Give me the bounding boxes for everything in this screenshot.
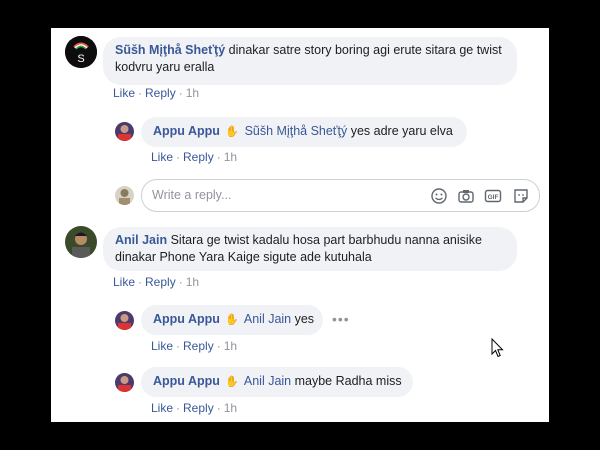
reply-text: yes adre yaru elva	[350, 124, 453, 138]
comment-actions: Like · Reply · 1h	[113, 86, 200, 100]
emoji-icon[interactable]	[430, 187, 448, 205]
reply-author[interactable]: Appu Appu	[153, 124, 220, 138]
avatar-image	[115, 373, 134, 392]
camera-icon[interactable]	[457, 187, 475, 205]
reply-actions: Like · Reply · 1h	[151, 339, 238, 353]
svg-text:GIF: GIF	[488, 194, 499, 201]
avatar[interactable]	[65, 226, 97, 258]
avatar-image	[115, 311, 134, 330]
reply-avatar[interactable]	[115, 122, 134, 141]
wave-icon: ✋	[225, 376, 240, 388]
comment-author[interactable]: Sũšh Mįţhå Sheťţý	[115, 43, 225, 57]
reply-bubble: Appu Appu ✋ Anil Jain maybe Radha miss	[141, 367, 413, 397]
wave-icon: ✋	[225, 126, 240, 138]
reply-input[interactable]: Write a reply... GIF	[141, 179, 540, 212]
reply-avatar[interactable]	[115, 311, 134, 330]
reply-bubble: Appu Appu ✋ Sũšh Mįţhå Sheťţý yes adre y…	[141, 117, 467, 147]
reply-link[interactable]: Reply	[183, 339, 214, 353]
reply-input-placeholder: Write a reply...	[152, 188, 232, 202]
like-link[interactable]: Like	[151, 401, 173, 415]
comment-text: Sitara ge twist kadalu hosa part barbhud…	[115, 233, 482, 264]
timestamp[interactable]: 1h	[186, 275, 199, 289]
reply-link[interactable]: Reply	[145, 275, 176, 289]
comment-bubble: Anil Jain Sitara ge twist kadalu hosa pa…	[103, 227, 517, 271]
avatar-image	[115, 122, 134, 141]
timestamp[interactable]: 1h	[224, 339, 237, 353]
svg-text:S: S	[77, 53, 84, 65]
like-link[interactable]: Like	[151, 339, 173, 353]
wave-icon: ✋	[225, 314, 240, 326]
timestamp[interactable]: 1h	[224, 401, 237, 415]
more-options-icon[interactable]: •••	[332, 311, 350, 327]
comment-author[interactable]: Anil Jain	[115, 233, 167, 247]
mention-link[interactable]: Anil Jain	[244, 374, 291, 388]
reply-avatar[interactable]	[115, 373, 134, 392]
avatar[interactable]: S	[65, 36, 97, 68]
reply-link[interactable]: Reply	[183, 150, 214, 164]
comment-thread-panel: S Sũšh Mįţhå Sheťţý dinakar satre story …	[51, 28, 549, 422]
reply-author[interactable]: Appu Appu	[153, 374, 220, 388]
like-link[interactable]: Like	[113, 86, 135, 100]
comment-bubble: Sũšh Mįţhå Sheťţý dinakar satre story bo…	[103, 37, 517, 85]
reply-link[interactable]: Reply	[183, 401, 214, 415]
gif-icon[interactable]: GIF	[484, 187, 502, 205]
reply-actions: Like · Reply · 1h	[151, 401, 238, 415]
sticker-icon[interactable]	[512, 187, 530, 205]
avatar-image: S	[65, 36, 97, 68]
timestamp[interactable]: 1h	[224, 150, 237, 164]
like-link[interactable]: Like	[151, 150, 173, 164]
reply-text: yes	[294, 312, 315, 326]
reply-bubble: Appu Appu ✋ Anil Jain yes	[141, 305, 323, 335]
reply-author[interactable]: Appu Appu	[153, 312, 220, 326]
mention-link[interactable]: Sũšh Mįţhå Sheťţý	[245, 124, 348, 138]
current-user-avatar	[115, 186, 134, 205]
avatar-image	[115, 186, 134, 205]
reply-link[interactable]: Reply	[145, 86, 176, 100]
avatar-image	[65, 226, 97, 258]
mouse-cursor-icon	[491, 338, 504, 358]
mention-link[interactable]: Anil Jain	[244, 312, 291, 326]
reply-text: maybe Radha miss	[294, 374, 402, 388]
timestamp[interactable]: 1h	[186, 86, 199, 100]
like-link[interactable]: Like	[113, 275, 135, 289]
comment-actions: Like · Reply · 1h	[113, 275, 200, 289]
reply-actions: Like · Reply · 1h	[151, 150, 238, 164]
